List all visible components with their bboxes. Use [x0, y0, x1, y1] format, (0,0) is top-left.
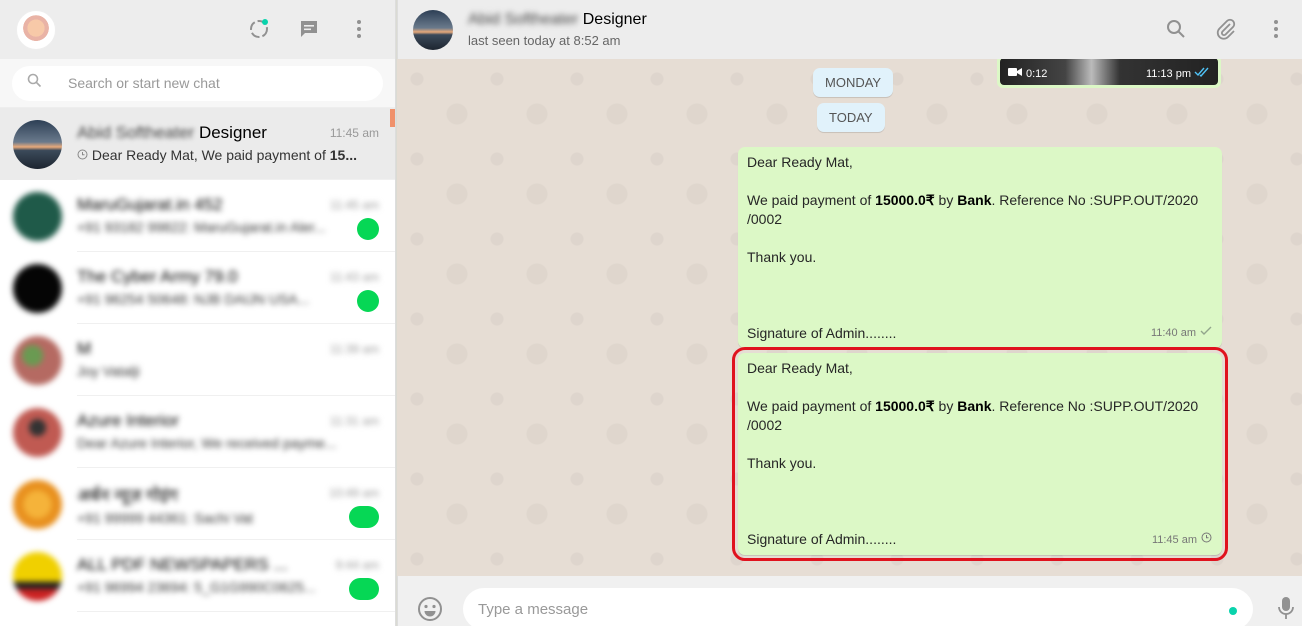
chat-item[interactable]: MaruGujarat.in 452 11:45 am +91 93182 99…: [0, 180, 395, 252]
chat-name: ALL PDF NEWSPAPERS ...: [77, 555, 288, 574]
message-input[interactable]: [478, 600, 1178, 618]
avatar: [13, 551, 62, 601]
chat-list: Abid Softheater Designer 11:45 am Dear R…: [0, 108, 395, 612]
search-bar: [0, 59, 395, 108]
unread-badge: [357, 218, 379, 240]
avatar: [13, 191, 62, 241]
message-time: 11:45 am: [1151, 534, 1197, 546]
double-check-icon: [1194, 67, 1210, 80]
my-avatar[interactable]: [16, 9, 56, 50]
avatar: [13, 407, 62, 457]
video-time: 11:13 pm: [1145, 67, 1191, 80]
message-payment-line: We paid payment of 15000.0₹ by Bank. Ref…: [747, 398, 1199, 414]
day-chip-today: TODAY: [817, 103, 885, 132]
search-icon: [27, 73, 42, 93]
scroll-indicator: [390, 109, 395, 127]
message-thanks: Thank you.: [747, 455, 817, 471]
message-signature: Signature of Admin........: [747, 531, 897, 547]
video-message[interactable]: 0:12 11:13 pm: [997, 59, 1221, 88]
unread-badge: [349, 578, 379, 600]
chat-preview: Dear Azure Interior, We received payme..…: [77, 435, 337, 451]
conversation-pane: Abid Softheater Designer last seen today…: [397, 0, 1302, 626]
chat-item[interactable]: Abid Softheater Designer 11:45 am Dear R…: [0, 108, 395, 180]
conversation-header[interactable]: Abid Softheater Designer last seen today…: [397, 0, 1302, 59]
compose-bar: [397, 576, 1302, 626]
avatar: [13, 479, 62, 529]
clock-icon: [77, 147, 88, 163]
message-thanks: Thank you.: [747, 249, 817, 265]
avatar: [13, 263, 62, 313]
chat-time: 11:45 am: [329, 126, 379, 140]
chat-time: 11:31 am: [329, 414, 379, 428]
message-signature: Signature of Admin........: [747, 325, 897, 341]
search-box[interactable]: [12, 65, 383, 101]
message-area[interactable]: 0:12 11:13 pm MONDAY TODAY Dear Ready Ma…: [397, 59, 1302, 576]
video-thumbnail[interactable]: 0:12 11:13 pm: [1000, 59, 1218, 85]
new-chat-icon[interactable]: [297, 17, 321, 41]
menu-icon[interactable]: [1264, 17, 1288, 41]
sidebar-header: [0, 0, 395, 59]
chat-preview: +91 96994 23694: 5_G1G990C0625...: [77, 579, 316, 595]
avatar: [13, 119, 62, 169]
contact-name: Abid Softheater Designer: [468, 11, 647, 28]
unread-badge: [349, 506, 379, 528]
message-time: 11:40 am: [1150, 327, 1196, 339]
chat-time: 9:44 am: [335, 558, 379, 572]
message-input-box[interactable]: [463, 588, 1253, 626]
video-icon: [1008, 67, 1022, 80]
chat-item[interactable]: The Cyber Army 79.0 11:43 am +91 96254 5…: [0, 252, 395, 324]
chat-time: 11:43 am: [329, 270, 379, 284]
chat-preview: Dear Ready Mat, We paid payment of 15...: [77, 147, 367, 163]
chat-item[interactable]: M 11:39 am Joy Vatalji: [0, 324, 395, 396]
emoji-icon[interactable]: [417, 596, 443, 626]
message-bubble[interactable]: Dear Ready Mat, We paid payment of 15000…: [738, 147, 1222, 348]
chat-preview: +91 93182 99822: MaruGujarat.in Aler...: [77, 219, 326, 235]
chat-preview: Joy Vatalji: [77, 363, 140, 379]
attach-icon[interactable]: [1214, 17, 1238, 41]
search-icon[interactable]: [1164, 17, 1188, 41]
last-seen: last seen today at 8:52 am: [468, 33, 621, 48]
message-greeting: Dear Ready Mat,: [747, 154, 853, 170]
day-chip-monday: MONDAY: [813, 68, 894, 97]
search-input[interactable]: [68, 75, 328, 91]
chat-item[interactable]: ALL PDF NEWSPAPERS ... 9:44 am +91 96994…: [0, 540, 395, 612]
chat-item[interactable]: Azure Interior 11:31 am Dear Azure Inter…: [0, 396, 395, 468]
chat-preview: +91 99999 44361: Sachi Vat: [77, 510, 254, 526]
chat-time: 10:49 am: [328, 486, 379, 500]
contact-avatar[interactable]: [413, 9, 453, 50]
unread-badge: [357, 290, 379, 312]
menu-icon[interactable]: [347, 17, 371, 41]
chat-list-pane: Abid Softheater Designer 11:45 am Dear R…: [0, 0, 396, 626]
clock-icon: [1201, 531, 1212, 550]
status-icon[interactable]: [247, 17, 271, 41]
chat-time: 11:45 am: [329, 198, 379, 212]
chat-preview: +91 96254 50648: NJB DAIJN USA...: [77, 291, 310, 307]
message-payment-line: We paid payment of 15000.0₹ by Bank. Ref…: [747, 192, 1199, 208]
chat-item[interactable]: अर्बन न्यूज़ गोइंग 10:49 am +91 99999 44…: [0, 468, 395, 540]
avatar: [13, 335, 62, 385]
message-bubble-highlighted[interactable]: Dear Ready Mat, We paid payment of 15000…: [732, 347, 1228, 561]
mic-icon[interactable]: [1278, 596, 1294, 625]
message-reference-suffix: /0002: [747, 417, 783, 433]
grammarly-dot[interactable]: [1229, 607, 1237, 615]
video-duration: 0:12: [1026, 67, 1048, 80]
message-reference-suffix: /0002: [747, 211, 783, 227]
message-greeting: Dear Ready Mat,: [747, 360, 853, 376]
check-icon: [1200, 324, 1212, 343]
chat-time: 11:39 am: [329, 342, 379, 356]
